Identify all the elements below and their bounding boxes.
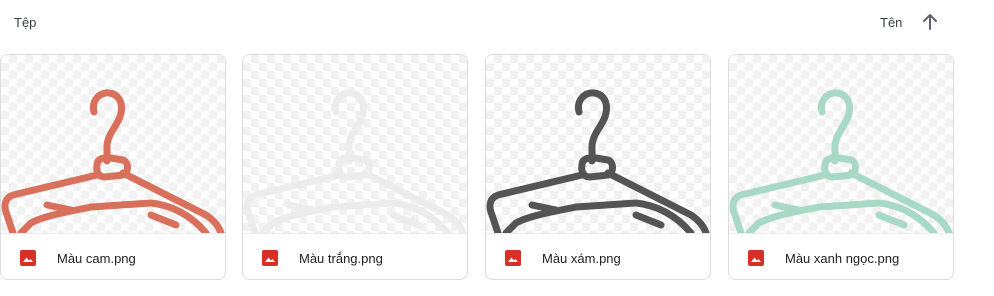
hanger-image — [729, 89, 953, 233]
hanger-image — [1, 89, 225, 233]
image-file-icon — [20, 250, 36, 266]
image-file-icon — [262, 250, 278, 266]
file-name: Màu xám.png — [542, 251, 621, 266]
file-card[interactable]: Màu xám.png — [485, 54, 711, 280]
file-card[interactable]: Màu xanh ngọc.png — [728, 54, 954, 280]
hanger-image — [243, 89, 467, 233]
image-file-icon — [748, 250, 764, 266]
file-caption[interactable]: Màu cam.png — [1, 233, 225, 279]
hanger-image — [486, 89, 710, 233]
image-file-icon — [505, 250, 521, 266]
file-caption[interactable]: Màu trắng.png — [243, 233, 467, 279]
file-thumbnail[interactable] — [1, 55, 225, 233]
file-card[interactable]: Màu trắng.png — [242, 54, 468, 280]
file-caption[interactable]: Màu xanh ngọc.png — [729, 233, 953, 279]
file-caption[interactable]: Màu xám.png — [486, 233, 710, 279]
sort-by-name-button[interactable]: Tên — [880, 15, 902, 30]
file-card[interactable]: Màu cam.png — [0, 54, 226, 280]
files-section-title: Tệp — [14, 15, 37, 30]
arrow-up-icon[interactable] — [918, 10, 942, 34]
file-thumbnail[interactable] — [243, 55, 467, 233]
file-thumbnail[interactable] — [729, 55, 953, 233]
file-name: Màu xanh ngọc.png — [785, 251, 900, 266]
file-name: Màu cam.png — [57, 251, 136, 266]
file-name: Màu trắng.png — [299, 251, 383, 266]
file-thumbnail[interactable] — [486, 55, 710, 233]
